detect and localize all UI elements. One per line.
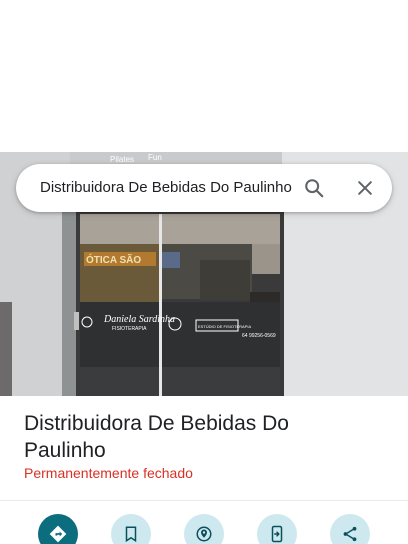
bookmark-icon bbox=[125, 526, 137, 543]
search-query-text[interactable]: Distribuidora De Bebidas Do Paulinho bbox=[40, 164, 306, 212]
search-button[interactable] bbox=[298, 172, 330, 204]
door-subtitle-left: FISIOTERAPIA bbox=[112, 326, 147, 332]
directions-icon bbox=[49, 525, 67, 543]
nearby-icon bbox=[196, 526, 212, 542]
send-to-phone-icon bbox=[271, 525, 283, 543]
place-title: Distribuidora De Bebidas Do Paulinho bbox=[24, 412, 289, 462]
door-logo-left: Daniela Sardinha bbox=[103, 314, 175, 325]
directions-button[interactable] bbox=[38, 514, 78, 544]
map-blank-area[interactable] bbox=[0, 0, 408, 152]
door-sign-right: ESTÚDIO DE FISIOTERAPIA bbox=[198, 324, 251, 329]
door-phone: 64 99256-0569 bbox=[242, 333, 276, 339]
share-icon bbox=[343, 526, 357, 542]
search-icon bbox=[305, 179, 324, 198]
place-status: Permanentemente fechado bbox=[24, 465, 193, 481]
wall-sign-2: Fun bbox=[148, 153, 162, 162]
search-bar[interactable]: Distribuidora De Bebidas Do Paulinho bbox=[16, 164, 392, 212]
nearby-button[interactable] bbox=[184, 514, 224, 544]
divider bbox=[0, 500, 408, 501]
action-row bbox=[0, 514, 408, 544]
share-button[interactable] bbox=[330, 514, 370, 544]
place-info-panel: Distribuidora De Bebidas Do Paulinho Per… bbox=[0, 396, 408, 544]
app-frame: Pilates Fun ÓTICA SÃO Daniela Sardinha F… bbox=[0, 0, 408, 544]
reflection-sign: ÓTICA SÃO bbox=[86, 253, 141, 266]
send-to-phone-button[interactable] bbox=[257, 514, 297, 544]
clear-search-button[interactable] bbox=[349, 172, 381, 204]
wall-sign-1: Pilates bbox=[110, 155, 134, 164]
save-button[interactable] bbox=[111, 514, 151, 544]
close-icon bbox=[358, 181, 372, 195]
